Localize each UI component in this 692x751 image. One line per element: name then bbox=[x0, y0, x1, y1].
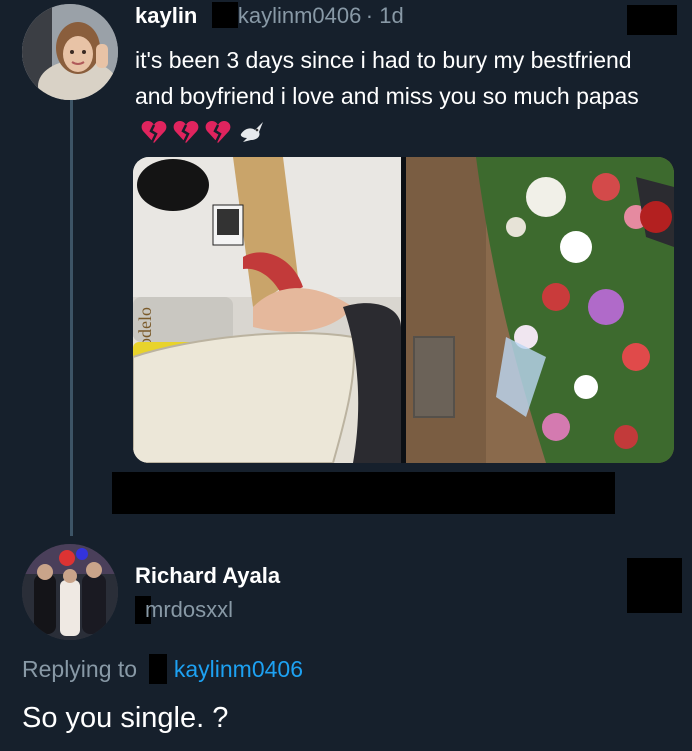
broken-heart-icon bbox=[173, 121, 199, 143]
thread-line bbox=[70, 100, 73, 536]
tweet-body: it's been 3 days since i had to bury my … bbox=[135, 47, 639, 109]
avatar[interactable] bbox=[22, 544, 118, 640]
display-name[interactable]: kaylin bbox=[135, 3, 197, 28]
broken-heart-icon bbox=[205, 121, 231, 143]
redaction bbox=[211, 2, 238, 28]
mention-link[interactable]: kaylinm0406 bbox=[174, 656, 303, 682]
avatar[interactable] bbox=[22, 4, 118, 100]
redaction bbox=[149, 654, 168, 684]
replying-to: Replying to kaylinm0406 bbox=[22, 654, 303, 684]
display-name[interactable]: Richard Ayala bbox=[135, 563, 280, 589]
redaction bbox=[112, 472, 615, 514]
redaction bbox=[627, 558, 682, 613]
photo-left[interactable]: odelo bbox=[133, 157, 401, 463]
replying-prefix: Replying to bbox=[22, 656, 138, 682]
redaction bbox=[627, 5, 677, 35]
handle[interactable]: kaylinm0406 bbox=[238, 3, 362, 28]
tweet-text: it's been 3 days since i had to bury my … bbox=[135, 42, 655, 150]
can-label: odelo bbox=[135, 307, 155, 347]
broken-heart-icon bbox=[141, 121, 167, 143]
timestamp[interactable]: · 1d bbox=[366, 3, 404, 28]
handle[interactable]: mrdosxxl bbox=[145, 597, 233, 623]
tweet-media[interactable]: odelo bbox=[133, 157, 674, 463]
tweet-header: kaylin kaylinm0406 · 1d bbox=[135, 2, 404, 29]
photo-right[interactable] bbox=[406, 157, 674, 463]
reply-text: So you single. ? bbox=[22, 702, 229, 734]
dove-icon bbox=[240, 122, 263, 142]
